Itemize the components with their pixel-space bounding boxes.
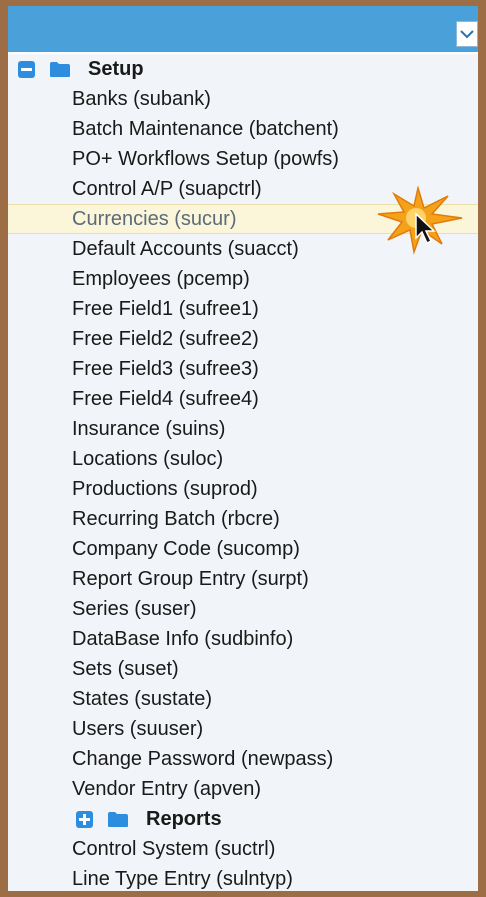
- navigation-tree: Setup Banks (subank) Batch Maintenance (…: [8, 54, 478, 891]
- tree-item-label: Series (suser): [72, 598, 197, 620]
- tree-item-label: Productions (suprod): [72, 478, 258, 500]
- tree-item-label: Default Accounts (suacct): [72, 238, 299, 260]
- tree-item[interactable]: Series (suser): [8, 594, 478, 624]
- tree-item-label: Company Code (sucomp): [72, 538, 300, 560]
- folder-icon: [50, 62, 70, 77]
- tree-item-label: Control A/P (suapctrl): [72, 178, 262, 200]
- tree-item-label: PO+ Workflows Setup (powfs): [72, 148, 339, 170]
- tree-item[interactable]: Vendor Entry (apven): [8, 774, 478, 804]
- tree-item-label: Employees (pcemp): [72, 268, 250, 290]
- tree-item[interactable]: Recurring Batch (rbcre): [8, 504, 478, 534]
- tree-item[interactable]: Free Field1 (sufree1): [8, 294, 478, 324]
- tree-item-label: Free Field2 (sufree2): [72, 328, 259, 350]
- tree-item[interactable]: Sets (suset): [8, 654, 478, 684]
- tree-item-label: Locations (suloc): [72, 448, 224, 470]
- tree-item[interactable]: States (sustate): [8, 684, 478, 714]
- tree-item-label: Control System (suctrl): [72, 838, 276, 860]
- top-bar: [8, 6, 478, 54]
- tree-item-label: Free Field3 (sufree3): [72, 358, 259, 380]
- tree-item[interactable]: Banks (subank): [8, 84, 478, 114]
- tree-item[interactable]: Productions (suprod): [8, 474, 478, 504]
- tree-item[interactable]: Company Code (sucomp): [8, 534, 478, 564]
- tree-item[interactable]: Insurance (suins): [8, 414, 478, 444]
- tree-item-label: Line Type Entry (sulntyp): [72, 868, 293, 890]
- tree-item-label: Banks (subank): [72, 88, 211, 110]
- tree-item-label: Batch Maintenance (batchent): [72, 118, 339, 140]
- tree-item-label: Free Field1 (sufree1): [72, 298, 259, 320]
- tree-item[interactable]: Free Field3 (sufree3): [8, 354, 478, 384]
- dropdown-button[interactable]: [456, 21, 478, 47]
- tree-item[interactable]: Users (suuser): [8, 714, 478, 744]
- cursor-overlay: [376, 185, 466, 256]
- tree-item[interactable]: Report Group Entry (surpt): [8, 564, 478, 594]
- tree-group-label: Reports: [146, 808, 222, 830]
- tree-item-label: Currencies (sucur): [72, 208, 237, 230]
- tree-item[interactable]: Line Type Entry (sulntyp): [8, 864, 478, 891]
- tree-group-reports[interactable]: Reports: [8, 804, 478, 834]
- tree-group-setup[interactable]: Setup: [8, 54, 478, 84]
- tree-item-label: States (sustate): [72, 688, 213, 710]
- tree-item[interactable]: Free Field4 (sufree4): [8, 384, 478, 414]
- mouse-pointer-icon: [415, 212, 436, 245]
- folder-icon: [108, 812, 128, 827]
- tree-item-label: DataBase Info (sudbinfo): [72, 628, 294, 650]
- tree-item-label: Change Password (newpass): [72, 748, 334, 770]
- tree-item[interactable]: DataBase Info (sudbinfo): [8, 624, 478, 654]
- tree-panel: Setup Banks (subank) Batch Maintenance (…: [0, 0, 486, 897]
- tree-item-label: Recurring Batch (rbcre): [72, 508, 280, 530]
- chevron-down-icon: [460, 30, 474, 39]
- tree-item[interactable]: Locations (suloc): [8, 444, 478, 474]
- tree-item-label: Users (suuser): [72, 718, 204, 740]
- tree-item[interactable]: PO+ Workflows Setup (powfs): [8, 144, 478, 174]
- tree-item[interactable]: Free Field2 (sufree2): [8, 324, 478, 354]
- tree-item-label: Report Group Entry (surpt): [72, 568, 309, 590]
- tree-item-label: Vendor Entry (apven): [72, 778, 261, 800]
- collapse-minus-icon[interactable]: [18, 61, 35, 78]
- tree-item[interactable]: Control System (suctrl): [8, 834, 478, 864]
- tree-item[interactable]: Batch Maintenance (batchent): [8, 114, 478, 144]
- tree-item[interactable]: Change Password (newpass): [8, 744, 478, 774]
- tree-item-label: Sets (suset): [72, 658, 179, 680]
- tree-group-label: Setup: [88, 58, 144, 80]
- tree-item-label: Insurance (suins): [72, 418, 226, 440]
- tree-item-label: Free Field4 (sufree4): [72, 388, 259, 410]
- expand-plus-icon[interactable]: [76, 811, 93, 828]
- tree-item[interactable]: Employees (pcemp): [8, 264, 478, 294]
